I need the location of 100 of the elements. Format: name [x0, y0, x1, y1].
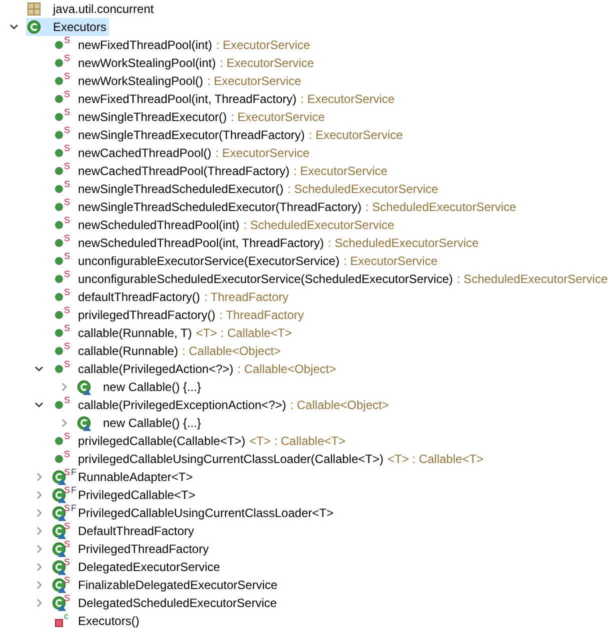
- class-icon: [77, 380, 92, 394]
- modifier-mark: S: [64, 233, 70, 243]
- method-icon: [55, 455, 63, 463]
- item-type: : ThreadFactory: [204, 290, 289, 304]
- modifier-mark: S: [64, 143, 70, 153]
- chevron-right-icon[interactable]: [59, 418, 69, 428]
- item-label: newSingleThreadScheduledExecutor(ThreadFactory): [78, 200, 362, 214]
- chevron-down-icon[interactable]: [34, 364, 44, 374]
- chevron-right-icon[interactable]: [34, 526, 44, 536]
- tree-item[interactable]: S newSingleThreadScheduledExecutor() : ScheduledExecutorService: [51, 180, 442, 198]
- item-label: newCachedThreadPool(): [78, 146, 212, 160]
- tree-item[interactable]: S newScheduledThreadPool(int) : ScheduledExecutorService: [51, 216, 398, 234]
- tree-item[interactable]: S callable(Runnable) : Callable<Object>: [51, 342, 284, 360]
- modifier-mark: F: [71, 485, 77, 495]
- item-label: newFixedThreadPool(int): [78, 38, 212, 52]
- modifier-mark: S: [64, 557, 70, 567]
- modifier-mark: S: [64, 161, 70, 171]
- tree-item[interactable]: S privilegedCallable(Callable<T>) <T> : Callable<T>: [51, 432, 348, 450]
- chevron-right-icon[interactable]: [34, 508, 44, 518]
- tree-item[interactable]: S DelegatedScheduledExecutorService: [51, 594, 280, 612]
- method-icon: [55, 275, 63, 283]
- chevron-right-icon[interactable]: [59, 382, 69, 392]
- chevron-right-icon[interactable]: [34, 490, 44, 500]
- tree-item[interactable]: S privilegedCallableUsingCurrentClassLoader(Callable<T>) <T> : Callable<T>: [51, 450, 487, 468]
- modifier-mark: c: [64, 611, 68, 621]
- chevron-down-icon[interactable]: [9, 22, 19, 32]
- tree-item[interactable]: new Callable() {...}: [76, 378, 204, 396]
- tree-item[interactable]: S newCachedThreadPool() : ExecutorService: [51, 144, 312, 162]
- package-icon: [27, 2, 41, 16]
- item-type: : ThreadFactory: [219, 308, 304, 322]
- tree-item[interactable]: S newSingleThreadScheduledExecutor(ThreadFactory) : ScheduledExecutorService: [51, 198, 520, 216]
- tree-item[interactable]: S newCachedThreadPool(ThreadFactory) : ExecutorService: [51, 162, 390, 180]
- item-type: : ScheduledExecutorService: [287, 182, 438, 196]
- item-type: : ExecutorService: [207, 74, 302, 88]
- tree-item[interactable]: java.util.concurrent: [26, 0, 157, 18]
- modifier-mark: S: [64, 449, 70, 459]
- method-icon: [55, 257, 63, 265]
- tree-item[interactable]: S newSingleThreadExecutor(ThreadFactory) : ExecutorService: [51, 126, 406, 144]
- chevron-right-icon[interactable]: [34, 562, 44, 572]
- method-icon: [55, 95, 63, 103]
- tree-item[interactable]: S newWorkStealingPool(int) : ExecutorService: [51, 54, 317, 72]
- item-label: newScheduledThreadPool(int): [78, 218, 240, 232]
- item-label: DefaultThreadFactory: [78, 524, 194, 538]
- modifier-mark: S: [64, 593, 70, 603]
- method-icon: [55, 41, 63, 49]
- chevron-right-icon[interactable]: [34, 544, 44, 554]
- method-icon: [55, 221, 63, 229]
- item-type: : ExecutorService: [308, 128, 403, 142]
- item-label: newFixedThreadPool(int, ThreadFactory): [78, 92, 297, 106]
- tree-item[interactable]: S PrivilegedThreadFactory: [51, 540, 212, 558]
- tree-item[interactable]: new Callable() {...}: [76, 414, 204, 432]
- tree-item[interactable]: S newFixedThreadPool(int) : ExecutorService: [51, 36, 314, 54]
- modifier-mark: S: [64, 71, 70, 81]
- item-label: defaultThreadFactory(): [78, 290, 200, 304]
- method-icon: [55, 293, 63, 301]
- item-label: RunnableAdapter<T>: [78, 470, 193, 484]
- modifier-mark: S: [64, 359, 70, 369]
- tree-item[interactable]: c Executors(): [51, 612, 142, 630]
- chevron-right-icon[interactable]: [34, 472, 44, 482]
- tree-item[interactable]: S callable(Runnable, T) <T> : Callable<T>: [51, 324, 295, 342]
- item-type: : Callable<Object>: [290, 398, 389, 412]
- modifier-mark: S: [64, 485, 70, 495]
- item-label: new Callable() {...}: [103, 416, 202, 430]
- item-label: callable(Runnable): [78, 344, 178, 358]
- method-icon: [55, 347, 63, 355]
- tree-item[interactable]: S newScheduledThreadPool(int, ThreadFactory) : ScheduledExecutorService: [51, 234, 482, 252]
- chevron-right-icon[interactable]: [34, 598, 44, 608]
- item-label: java.util.concurrent: [53, 2, 154, 16]
- modifier-mark: S: [64, 431, 70, 441]
- item-label: newCachedThreadPool(ThreadFactory): [78, 164, 290, 178]
- item-type: : Callable<Object>: [237, 362, 336, 376]
- tree-item[interactable]: S FinalizableDelegatedExecutorService: [51, 576, 280, 594]
- tree-item[interactable]: S newFixedThreadPool(int, ThreadFactory) : ExecutorService: [51, 90, 398, 108]
- item-type: : ExecutorService: [300, 92, 395, 106]
- tree-item[interactable]: S DelegatedExecutorService: [51, 558, 224, 576]
- method-icon: [55, 185, 63, 193]
- item-type: : ExecutorService: [216, 38, 310, 52]
- modifier-mark: F: [71, 503, 77, 513]
- tree-item[interactable]: S newSingleThreadExecutor() : ExecutorService: [51, 108, 328, 126]
- item-type: : ExecutorService: [220, 56, 314, 70]
- chevron-down-icon[interactable]: [34, 400, 44, 410]
- method-icon: [55, 203, 63, 211]
- item-label: newSingleThreadExecutor(): [78, 110, 227, 124]
- tree-item[interactable]: Executors: [26, 18, 110, 36]
- tree-item[interactable]: S callable(PrivilegedAction<?>) : Callable<Object>: [51, 360, 340, 378]
- item-label: PrivilegedCallable<T>: [78, 488, 196, 502]
- tree-item[interactable]: S privilegedThreadFactory() : ThreadFactory: [51, 306, 307, 324]
- modifier-mark: S: [64, 197, 70, 207]
- tree-item[interactable]: S unconfigurableExecutorService(ExecutorService) : ExecutorService: [51, 252, 441, 270]
- item-type: : ExecutorService: [230, 110, 325, 124]
- tree-item[interactable]: S unconfigurableScheduledExecutorService(ScheduledExecutorService) : ScheduledExecutorService: [51, 270, 608, 288]
- tree-item[interactable]: S callable(PrivilegedExceptionAction<?>) : Callable<Object>: [51, 396, 392, 414]
- tree-item[interactable]: S newWorkStealingPool() : ExecutorService: [51, 72, 304, 90]
- item-label: FinalizableDelegatedExecutorService: [78, 578, 278, 592]
- tree-item[interactable]: S DefaultThreadFactory: [51, 522, 198, 540]
- item-label: Executors: [53, 20, 106, 34]
- item-label: unconfigurableScheduledExecutorService(ScheduledExecutorService): [78, 272, 453, 286]
- item-type: : Callable<Object>: [182, 344, 281, 358]
- chevron-right-icon[interactable]: [34, 580, 44, 590]
- tree-item[interactable]: S defaultThreadFactory() : ThreadFactory: [51, 288, 292, 306]
